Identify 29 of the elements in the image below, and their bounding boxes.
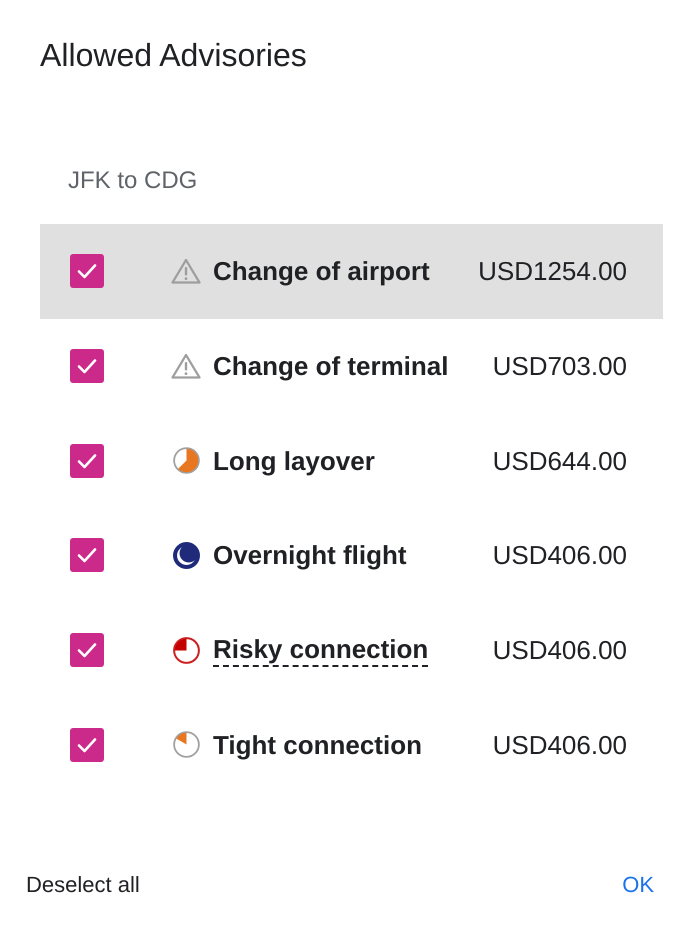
advisory-label: Long layover: [213, 444, 375, 477]
advisory-label: Change of terminal: [213, 350, 448, 382]
advisory-label: Overnight flight: [213, 539, 407, 572]
pie-icon: [172, 636, 200, 664]
checkbox[interactable]: [70, 349, 104, 384]
advisory-price: USD644.00: [492, 444, 627, 477]
advisory-price: USD406.00: [492, 728, 627, 761]
checkbox[interactable]: [70, 538, 104, 572]
moon-icon: [172, 542, 200, 569]
deselect-all-button[interactable]: Deselect all: [26, 866, 140, 904]
advisory-price: USD1254.00: [478, 255, 627, 288]
dialog-title: Allowed Advisories: [40, 36, 307, 74]
checkbox[interactable]: [70, 254, 104, 288]
checkbox[interactable]: [70, 444, 104, 478]
advisory-price: USD703.00: [492, 350, 627, 382]
warning-icon: [171, 258, 201, 284]
checkbox[interactable]: [70, 728, 104, 762]
advisory-label: Tight connection: [213, 728, 422, 761]
advisory-label: Risky connection: [213, 633, 428, 668]
route-heading: JFK to CDG: [68, 166, 198, 195]
advisory-label: Change of airport: [213, 255, 430, 288]
warning-icon: [171, 353, 201, 380]
checkbox[interactable]: [70, 633, 104, 668]
pie-icon: [172, 447, 200, 474]
advisory-price: USD406.00: [492, 539, 627, 572]
advisory-price: USD406.00: [492, 634, 627, 666]
pie-icon: [172, 731, 200, 758]
advisory-row[interactable]: Change of airport USD1254.00: [40, 224, 663, 319]
ok-button[interactable]: OK: [616, 866, 660, 904]
